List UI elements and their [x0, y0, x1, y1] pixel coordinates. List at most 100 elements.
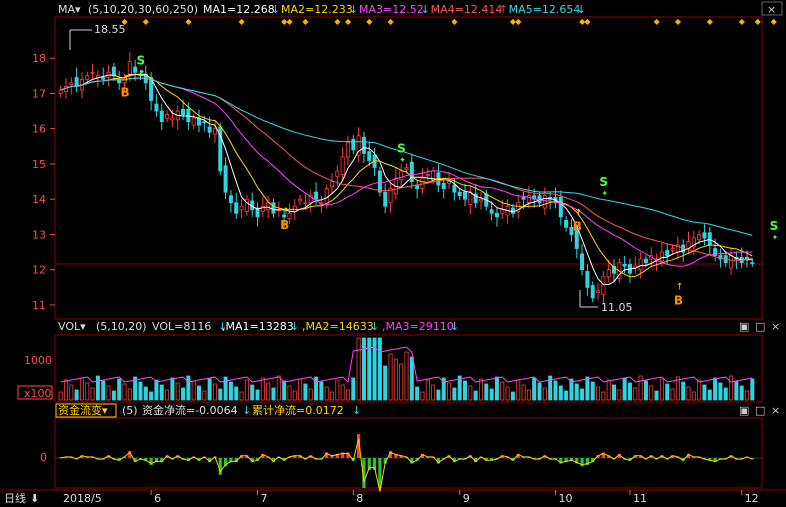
period-label[interactable]: 日线 [4, 491, 26, 505]
volume-bar [627, 382, 632, 401]
vol-tick-1000: 1000 [24, 354, 52, 367]
volume-bar [335, 379, 340, 401]
volume-bar [292, 390, 297, 401]
event-diamond-icon: ◆ [143, 17, 150, 26]
volume-bar [494, 376, 499, 401]
maximize-icon[interactable]: □ [755, 320, 765, 333]
volume-bar [149, 391, 154, 401]
month-label: 10 [558, 492, 572, 505]
volume-bar [351, 377, 356, 401]
volume-bar [558, 385, 563, 401]
candle-body [580, 253, 585, 271]
candle-body [463, 191, 468, 200]
high-price-label: 18.55 [94, 23, 126, 36]
candle-body [154, 103, 159, 112]
candle-body [314, 191, 319, 200]
volume-bar [218, 388, 223, 401]
volume-bar [649, 385, 654, 401]
volume-bar [74, 389, 79, 401]
fund-flow-bar [218, 458, 222, 475]
volume-bar [330, 391, 335, 401]
fund-flow-line [60, 438, 753, 492]
volume-bar [585, 376, 590, 401]
price-tick-label: 13 [32, 228, 46, 241]
fund-indicator-label[interactable]: 资金流变▾ [58, 403, 108, 417]
candle-body [271, 202, 276, 214]
volume-bar [271, 387, 276, 401]
volume-bar [181, 387, 186, 401]
volume-bar [654, 390, 659, 401]
ma-indicator-label[interactable]: MA▾ [58, 3, 81, 16]
candle-body [133, 66, 138, 73]
volume-bar [425, 379, 430, 401]
volume-bar [697, 379, 702, 401]
arrow-down-icon: ↓ [290, 320, 299, 333]
period-arrow-icon[interactable]: ⬇ [30, 492, 39, 505]
candle-body [697, 234, 702, 241]
volume-bar [345, 389, 350, 401]
price-tick-label: 12 [32, 264, 46, 277]
price-tick-label: 16 [32, 123, 46, 136]
volume-bar [702, 384, 707, 401]
candle-body [85, 75, 90, 80]
arrow-down-icon: ↓ [370, 320, 379, 333]
volume-bar [383, 365, 388, 401]
volume-bar [85, 382, 90, 401]
event-diamond-icon: ◆ [388, 17, 395, 26]
fund-net-text: 资金净流=-0.0064 [142, 403, 238, 417]
volume-bar [580, 388, 585, 401]
ma-values-row: MA1=12.268↓ MA2=12.233↓ MA3=12.52↓ MA4=12.4… [203, 3, 586, 16]
volume-bar [79, 377, 84, 401]
ma-params: (5,10,20,30,60,250) [88, 3, 198, 16]
candle-body [159, 110, 164, 123]
volume-bar [659, 378, 664, 401]
candle-body [404, 167, 409, 170]
volume-bar [612, 384, 617, 401]
settings-icon[interactable]: ▣ [739, 404, 749, 417]
event-diamond-icon: ◆ [675, 17, 682, 26]
candle-body [101, 77, 106, 80]
volume-bar [260, 377, 265, 401]
candle-body [170, 117, 175, 121]
candle-body [494, 212, 499, 218]
price-tick-label: 14 [32, 193, 46, 206]
candle-body [729, 255, 734, 269]
candle-body [601, 276, 606, 295]
candle-body [452, 184, 457, 193]
candle-body [58, 89, 63, 94]
close-icon[interactable]: × [771, 404, 780, 417]
volume-bar [393, 358, 398, 401]
signal-star-icon: ✦ [601, 189, 608, 198]
vol-value: VOL=8116 [152, 320, 211, 333]
ma-lines-layer [60, 73, 753, 285]
buy-signal: B [280, 218, 289, 232]
maximize-icon[interactable]: □ [755, 404, 765, 417]
event-diamond-icon: ◆ [771, 17, 778, 26]
candle-body [558, 197, 563, 218]
candle-body [665, 249, 670, 256]
candle-body [564, 219, 569, 228]
volume-bar [287, 385, 292, 401]
event-diamond-icon: ◆ [451, 17, 458, 26]
close-icon[interactable]: × [771, 320, 780, 333]
volume-bar [510, 391, 515, 401]
volume-bar [463, 380, 468, 401]
volume-bar [590, 381, 595, 401]
arrow-down-icon: ↓ [577, 3, 586, 16]
candle-body [239, 205, 244, 211]
candle-body [266, 202, 271, 211]
candle-body [707, 232, 712, 246]
event-diamond-icon: ◆ [584, 17, 591, 26]
vol-indicator-label[interactable]: VOL▾ [58, 320, 86, 333]
volume-bar [356, 337, 361, 401]
volume-bar [718, 382, 723, 401]
candle-body [478, 198, 483, 202]
volume-bar [388, 353, 393, 401]
volume-bar [234, 386, 239, 401]
volume-bar [244, 379, 249, 401]
settings-icon[interactable]: ▣ [739, 320, 749, 333]
volume-bar [58, 391, 63, 401]
fund-flow-layer [55, 434, 762, 492]
month-label: 9 [463, 492, 470, 505]
arrow-down-icon: ↓ [218, 320, 227, 333]
